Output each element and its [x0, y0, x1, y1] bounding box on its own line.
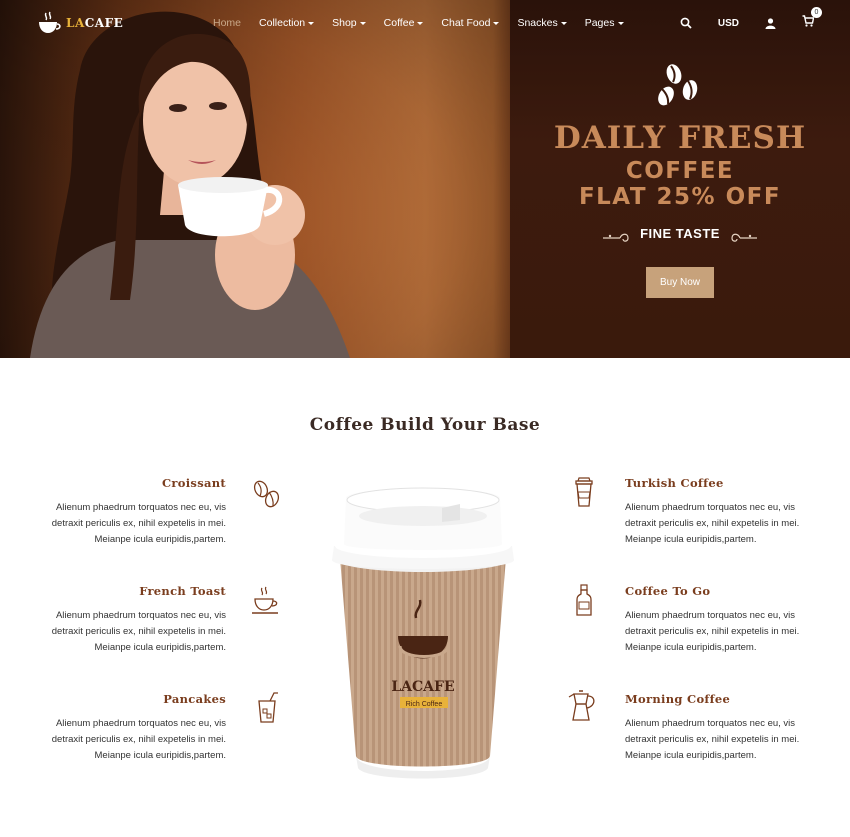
chevron-down-icon	[417, 22, 424, 25]
nav-item-snackes[interactable]: Snackes	[517, 17, 567, 29]
moka-pot-icon	[568, 690, 595, 721]
feature-description: Alienum phaedrum torquatos nec eu, vis de…	[625, 718, 800, 761]
logo[interactable]: LACAFE	[36, 10, 123, 36]
cart-button[interactable]: 0	[802, 7, 822, 32]
nav-item-pages[interactable]: Pages	[585, 17, 624, 29]
woman-holding-cup-image	[30, 11, 350, 358]
chevron-down-icon	[359, 22, 366, 25]
nav-item-collection[interactable]: Collection	[259, 17, 315, 29]
hero-line-coffee: COFFEE	[625, 158, 735, 184]
main-menu: Home Collection Shop Coffee Chat Food Sn…	[213, 17, 642, 29]
hero-line-discount: FLAT 25% OFF	[578, 184, 782, 210]
chevron-down-icon	[493, 22, 500, 25]
cup-sub-text: Rich Coffee	[406, 701, 443, 708]
user-icon[interactable]	[765, 17, 776, 29]
search-icon[interactable]	[680, 17, 692, 29]
nav-item-shop[interactable]: Shop	[332, 17, 366, 29]
hero-tagline: FINE TASTE	[640, 226, 720, 241]
feature-french-toast: French Toast Alienum phaedrum torquatos …	[46, 584, 226, 656]
feature-description: Alienum phaedrum torquatos nec eu, vis de…	[625, 502, 800, 545]
cart-count-badge: 0	[811, 7, 822, 18]
feature-description: Alienum phaedrum torquatos nec eu, vis de…	[51, 610, 226, 653]
feature-title: Pancakes	[163, 692, 226, 706]
currency-selector[interactable]: USD	[718, 18, 739, 29]
coffee-cup-saucer-icon	[252, 586, 278, 614]
feature-croissant: Croissant Alienum phaedrum torquatos nec…	[46, 476, 226, 548]
feature-title: Croissant	[161, 476, 226, 490]
flourish-right-icon	[731, 233, 757, 242]
feature-title: Coffee To Go	[625, 584, 711, 598]
coffee-cup-product-image: LACAFE Rich Coffee	[332, 487, 514, 779]
feature-description: Alienum phaedrum torquatos nec eu, vis de…	[51, 718, 226, 761]
feature-title: Morning Coffee	[625, 692, 731, 706]
feature-morning-coffee: Morning Coffee Alienum phaedrum torquato…	[625, 692, 805, 764]
buy-now-button[interactable]: Buy Now	[646, 267, 714, 298]
nav-item-coffee[interactable]: Coffee	[384, 17, 424, 29]
nav-actions: USD 0	[680, 7, 822, 32]
cup-brand-text: LACAFE	[391, 679, 454, 695]
cold-drink-glass-icon	[258, 692, 278, 723]
chevron-down-icon	[308, 22, 315, 25]
feature-title: Turkish Coffee	[625, 476, 724, 490]
takeaway-cup-icon	[575, 477, 593, 507]
logo-text: LACAFE	[66, 16, 124, 30]
feature-description: Alienum phaedrum torquatos nec eu, vis de…	[51, 502, 226, 545]
coffee-beans-icon	[253, 480, 280, 508]
section-title: Coffee Build Your Base	[309, 415, 541, 435]
nav-item-chat-food[interactable]: Chat Food	[441, 17, 500, 29]
coffee-beans-icon	[658, 64, 698, 106]
feature-coffee-to-go: Coffee To Go Alienum phaedrum torquatos …	[625, 584, 805, 656]
bottle-icon	[576, 584, 592, 616]
nav-item-home[interactable]: Home	[213, 17, 241, 29]
feature-title: French Toast	[139, 584, 226, 598]
top-navigation: LACAFE Home Collection Shop Coffee Chat …	[0, 0, 850, 46]
feature-pancakes: Pancakes Alienum phaedrum torquatos nec …	[46, 692, 226, 764]
hero-headline: DAILY FRESH	[553, 120, 807, 156]
chevron-down-icon	[560, 22, 567, 25]
feature-description: Alienum phaedrum torquatos nec eu, vis de…	[625, 610, 800, 653]
hero-banner: DAILY FRESH COFFEE FLAT 25% OFF FINE TAS…	[0, 0, 850, 358]
coffee-cup-logo-icon	[39, 11, 61, 33]
chevron-down-icon	[617, 22, 624, 25]
feature-turkish-coffee: Turkish Coffee Alienum phaedrum torquato…	[625, 476, 805, 548]
